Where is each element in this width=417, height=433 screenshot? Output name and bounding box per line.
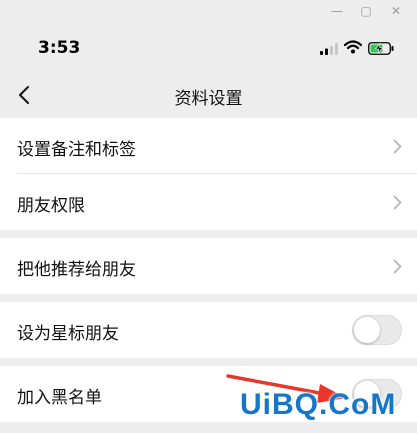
row-remark-and-tags[interactable]: 设置备注和标签 xyxy=(0,118,417,174)
row-friend-permissions[interactable]: 朋友权限 xyxy=(0,174,417,230)
navigation-bar: 资料设置 xyxy=(0,72,417,118)
chevron-right-icon xyxy=(393,195,402,210)
status-time: 3:53 xyxy=(38,38,81,58)
star-friend-toggle[interactable] xyxy=(352,315,402,345)
row-label: 设置备注和标签 xyxy=(17,140,136,160)
row-label: 朋友权限 xyxy=(17,196,85,216)
chevron-right-icon xyxy=(393,139,402,154)
row-label: 把他推荐给朋友 xyxy=(17,260,136,280)
minimize-icon[interactable]: — xyxy=(330,4,344,18)
window-titlebar: — ▢ ✕ xyxy=(0,0,417,24)
cellular-signal-icon xyxy=(320,43,338,55)
status-bar: 3:53 xyxy=(0,24,417,72)
row-recommend-to-friends[interactable]: 把他推荐给朋友 xyxy=(0,238,417,294)
watermark: UiBQ.CoM xyxy=(240,388,397,421)
close-icon[interactable]: ✕ xyxy=(389,4,403,18)
toggle-knob xyxy=(354,317,380,343)
page-title: 资料设置 xyxy=(174,89,243,109)
row-label: 加入黑名单 xyxy=(17,388,102,408)
row-star-friend: 设为星标朋友 xyxy=(0,302,417,358)
maximize-icon[interactable]: ▢ xyxy=(359,4,373,18)
wifi-icon xyxy=(344,40,362,54)
battery-charging-icon xyxy=(368,42,394,55)
row-label: 设为星标朋友 xyxy=(17,324,119,344)
chevron-right-icon xyxy=(393,259,402,274)
